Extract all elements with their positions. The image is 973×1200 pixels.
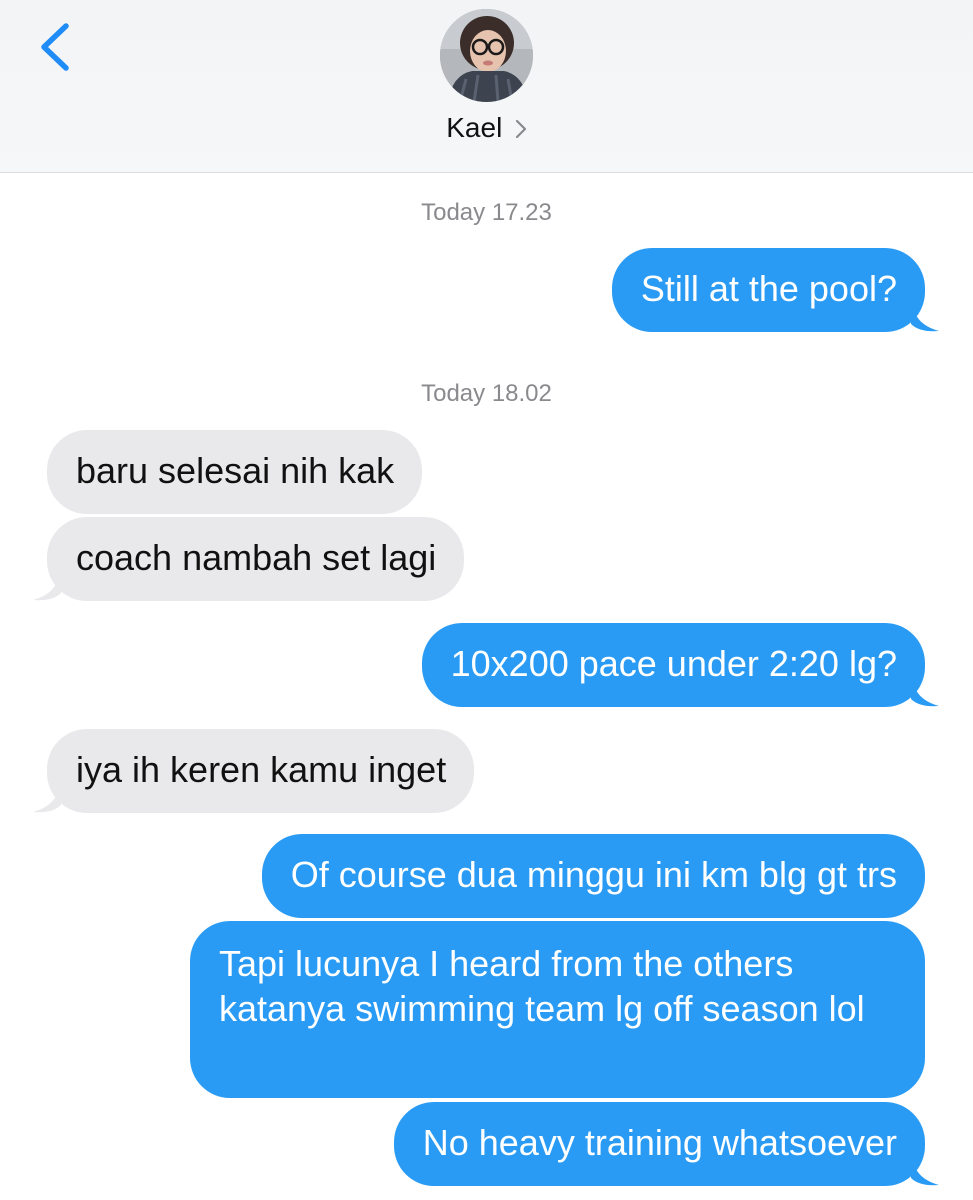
- message-text: Tapi lucunya I heard from the others kat…: [219, 943, 865, 1029]
- message-text: iya ih keren kamu inget: [76, 749, 447, 790]
- message-text: Of course dua minggu ini km blg gt trs: [290, 854, 897, 895]
- back-button[interactable]: [30, 20, 80, 76]
- message-text: baru selesai nih kak: [76, 450, 395, 491]
- contact-name-button[interactable]: Kael: [0, 112, 973, 144]
- conversation-header: Kael: [0, 0, 973, 173]
- timestamp: Today 17.23: [421, 199, 552, 226]
- message-text: Still at the pool?: [640, 268, 897, 309]
- contact-name: Kael: [446, 112, 503, 143]
- received-message-bubble[interactable]: coach nambah set lagi: [33, 517, 465, 601]
- message-text: No heavy training whatsoever: [422, 1122, 897, 1163]
- bubble-tail: [911, 298, 939, 332]
- received-message-bubble[interactable]: iya ih keren kamu inget: [33, 729, 475, 813]
- message-text: 10x200 pace under 2:20 lg?: [450, 643, 897, 684]
- sent-message-bubble[interactable]: Still at the pool?: [611, 248, 939, 332]
- sent-message-bubble[interactable]: Of course dua minggu ini km blg gt trs: [261, 834, 925, 918]
- bubble-tail: [33, 567, 61, 601]
- received-message-bubble[interactable]: baru selesai nih kak: [47, 430, 423, 514]
- sent-message-bubble[interactable]: No heavy training whatsoever: [393, 1102, 939, 1186]
- bubble-tail: [33, 779, 61, 813]
- timestamp: Today 18.02: [421, 380, 552, 407]
- bubble-tail: [911, 1152, 939, 1186]
- chevron-right-icon: [515, 119, 526, 139]
- message-text: coach nambah set lagi: [76, 537, 437, 578]
- sent-message-bubble[interactable]: Tapi lucunya I heard from the others kat…: [190, 921, 925, 1098]
- bubble-tail: [911, 673, 939, 707]
- sent-message-bubble[interactable]: 10x200 pace under 2:20 lg?: [421, 623, 939, 707]
- avatar[interactable]: [440, 9, 533, 102]
- contact-photo: [440, 9, 533, 102]
- chevron-left-icon: [41, 23, 69, 71]
